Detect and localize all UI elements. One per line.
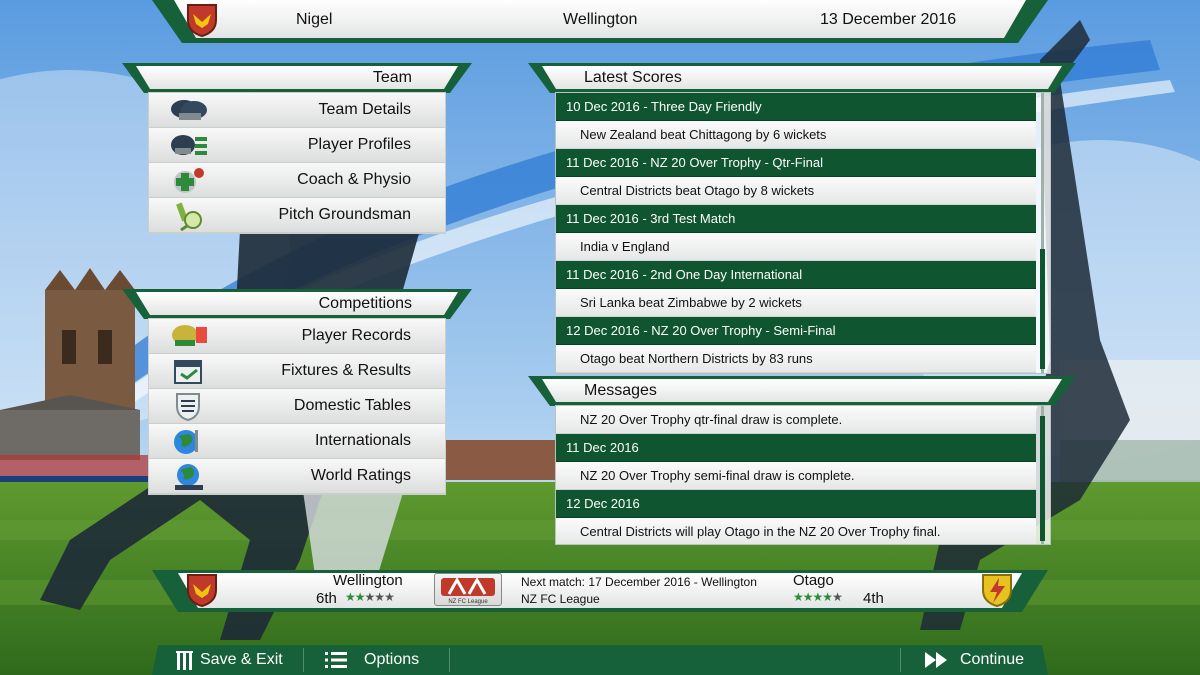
star-filled-icon: ★ (802, 590, 814, 604)
medical-cross-icon (174, 168, 204, 193)
home-crest-icon (187, 574, 217, 608)
options-label: Options (364, 651, 420, 668)
messages-list[interactable]: NZ 20 Over Trophy qtr-final draw is comp… (555, 405, 1051, 545)
message-heading: 11 Dec 2016 (556, 434, 1036, 462)
star-empty-icon: ★ (374, 590, 385, 604)
records-icon (172, 325, 207, 346)
messages-title: Messages (584, 381, 657, 399)
away-team-rating: ★★★★★ (793, 590, 843, 604)
team-menu: Team Details Player Profiles Coach & Phy… (148, 92, 446, 234)
home-team-rating: ★★★★★ (345, 590, 395, 604)
score-heading: 11 Dec 2016 - 3rd Test Match (556, 205, 1036, 233)
domestic-tables-button[interactable]: Domestic Tables (149, 389, 445, 424)
score-heading: 12 Dec 2016 - NZ 20 Over Trophy - Semi-F… (556, 317, 1036, 345)
competitions-panel-title: Competitions (318, 294, 412, 312)
bottom-divider (900, 648, 901, 672)
globe-stars-icon (175, 464, 203, 490)
message-body: NZ 20 Over Trophy semi-final draw is com… (556, 462, 1036, 490)
latest-scores-header: Latest Scores (528, 63, 1076, 93)
message-heading: 12 Dec 2016 (556, 490, 1036, 518)
options-button[interactable]: Options (324, 645, 419, 675)
score-heading: 11 Dec 2016 - 2nd One Day International (556, 261, 1036, 289)
team-name: Wellington (563, 11, 638, 28)
shield-table-icon (176, 393, 200, 422)
world-ratings-label: World Ratings (310, 467, 411, 484)
team-details-label: Team Details (318, 101, 411, 118)
internationals-label: Internationals (314, 432, 411, 449)
fixtures-results-label: Fixtures & Results (281, 362, 411, 379)
star-filled-icon: ★ (793, 590, 804, 604)
score-result: Sri Lanka beat Zimbabwe by 2 wickets (556, 289, 1036, 317)
player-records-button[interactable]: Player Records (149, 319, 445, 354)
score-heading: 10 Dec 2016 - Three Day Friendly (556, 93, 1036, 121)
list-icon (325, 652, 347, 668)
score-result: India v England (556, 233, 1036, 261)
competitions-panel-header: Competitions (122, 289, 472, 319)
star-filled-icon: ★ (812, 590, 824, 604)
player-records-label: Player Records (301, 327, 411, 344)
club-crest-icon (187, 4, 217, 38)
current-date: 13 December 2016 (820, 11, 957, 28)
messages-scroll-thumb[interactable] (1040, 416, 1045, 541)
bottom-bar (152, 645, 1048, 675)
manager-name: Nigel (296, 11, 333, 28)
calendar-icon (174, 360, 202, 384)
league-logo: NZ FC League (434, 573, 502, 606)
star-filled-icon: ★ (345, 590, 356, 604)
player-profiles-label: Player Profiles (307, 136, 411, 153)
score-heading: 11 Dec 2016 - NZ 20 Over Trophy - Qtr-Fi… (556, 149, 1036, 177)
scores-scroll-thumb[interactable] (1040, 249, 1045, 369)
latest-scores-title: Latest Scores (584, 68, 682, 86)
continue-button[interactable]: Continue (924, 645, 1024, 675)
pitch-groundsman-button[interactable]: Pitch Groundsman (149, 198, 445, 233)
pitch-magnifier-icon (176, 202, 202, 231)
away-team-name: Otago (793, 572, 834, 589)
score-result: Central Districts beat Otago by 8 wicket… (556, 177, 1036, 205)
league-logo-text: NZ FC League (448, 599, 488, 605)
coach-physio-label: Coach & Physio (297, 171, 411, 188)
save-exit-label: Save & Exit (200, 651, 283, 668)
fast-forward-icon (925, 652, 947, 668)
stumps-icon (176, 651, 193, 670)
score-result: Otago beat Northern Districts by 83 runs (556, 345, 1036, 373)
domestic-tables-label: Domestic Tables (293, 397, 411, 414)
message-body: NZ 20 Over Trophy qtr-final draw is comp… (556, 406, 1036, 434)
team-details-button[interactable]: Team Details (149, 93, 445, 128)
fixtures-results-button[interactable]: Fixtures & Results (149, 354, 445, 389)
world-ratings-button[interactable]: World Ratings (149, 459, 445, 494)
bottom-divider (303, 648, 304, 672)
continue-label: Continue (960, 651, 1025, 668)
player-profiles-button[interactable]: Player Profiles (149, 128, 445, 163)
star-filled-icon: ★ (822, 590, 833, 604)
messages-header: Messages (528, 376, 1076, 406)
league-name: NZ FC League (521, 592, 600, 606)
save-exit-button[interactable]: Save & Exit (172, 645, 283, 675)
team-panel-title: Team (372, 68, 412, 86)
next-match-info: Next match: 17 December 2016 - Wellingto… (521, 575, 757, 589)
player-list-icon (171, 135, 207, 155)
star-empty-icon: ★ (364, 590, 376, 604)
globe-flag-icon (174, 430, 198, 454)
coach-physio-button[interactable]: Coach & Physio (149, 163, 445, 198)
team-panel-header: Team (122, 63, 472, 93)
helmets-icon (171, 100, 207, 120)
league-logo-icon: NZ FC League (441, 576, 495, 605)
competitions-menu: Player Records Fixtures & Results Domest… (148, 318, 446, 495)
star-filled-icon: ★ (354, 590, 366, 604)
home-team-position: 6th (316, 590, 337, 607)
star-empty-icon: ★ (832, 590, 843, 604)
bottom-divider (449, 648, 450, 672)
away-team-position: 4th (863, 590, 884, 607)
pitch-groundsman-label: Pitch Groundsman (278, 206, 411, 223)
message-body: Central Districts will play Otago in the… (556, 518, 1036, 544)
away-crest-icon (982, 574, 1012, 608)
score-result: New Zealand beat Chittagong by 6 wickets (556, 121, 1036, 149)
star-empty-icon: ★ (384, 590, 395, 604)
internationals-button[interactable]: Internationals (149, 424, 445, 459)
home-team-name: Wellington (333, 572, 403, 589)
latest-scores-list[interactable]: 10 Dec 2016 - Three Day Friendly New Zea… (555, 92, 1051, 374)
